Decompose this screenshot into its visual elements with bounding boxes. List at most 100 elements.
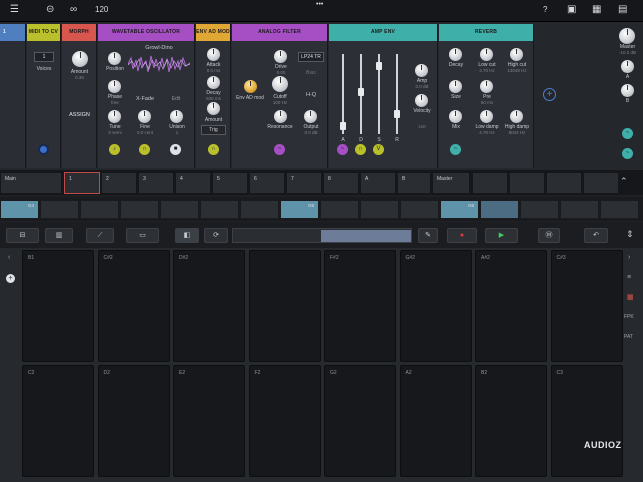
module-title[interactable]: AMP ENV <box>329 24 437 41</box>
timeline-overview[interactable] <box>232 228 412 243</box>
drum-pad[interactable]: G#2 <box>399 250 472 362</box>
high-cut-knob[interactable] <box>510 48 523 61</box>
voices-field[interactable]: 1 <box>34 52 54 62</box>
low-damp-knob[interactable] <box>480 110 493 123</box>
track-cell-empty[interactable] <box>583 172 619 194</box>
loop-icon[interactable]: ∞ <box>70 4 77 15</box>
list-icon[interactable]: ≡ <box>627 274 631 281</box>
sustain-fader[interactable] <box>376 62 382 70</box>
track-cell[interactable]: 3 <box>138 172 174 194</box>
waveform-display[interactable] <box>128 54 190 74</box>
track-cell[interactable]: B <box>397 172 431 194</box>
drum-pad[interactable]: C2 <box>22 365 94 477</box>
xfade-label[interactable]: X-Fade <box>132 96 158 102</box>
window-icon[interactable]: ▣ <box>567 4 576 15</box>
env-input-icon[interactable]: ~ <box>337 144 348 155</box>
tempo-display[interactable]: 120 <box>95 5 108 14</box>
pat-button[interactable]: PAT <box>624 334 633 340</box>
trig-input-icon[interactable]: ∩ <box>208 144 219 155</box>
track-cell[interactable]: A <box>360 172 396 194</box>
pitch-input-icon[interactable]: ♪ <box>109 144 120 155</box>
resonance-knob[interactable] <box>274 110 287 123</box>
morph-input-icon[interactable]: ∩ <box>139 144 150 155</box>
clip-slot[interactable] <box>120 200 159 219</box>
edit-icon[interactable]: ✎ <box>418 228 438 243</box>
module-title[interactable]: MORPH <box>62 24 96 41</box>
track-cell[interactable]: Master <box>432 172 470 194</box>
automation-icon[interactable]: ⟋ <box>86 228 114 243</box>
high-damp-knob[interactable] <box>510 110 523 123</box>
size-knob[interactable] <box>449 80 462 93</box>
track-cell[interactable]: 4 <box>175 172 211 194</box>
phase-knob[interactable] <box>108 80 121 93</box>
drum-pad[interactable]: F2 <box>248 365 321 477</box>
expand-vertical-icon[interactable]: ⇕ <box>626 229 634 240</box>
hamburger-menu-icon[interactable]: ☰ <box>10 4 19 15</box>
send-a-knob[interactable] <box>621 60 634 73</box>
track-cell[interactable]: 1 <box>64 172 100 194</box>
clip-slot[interactable] <box>200 200 239 219</box>
metronome-icon[interactable]: Ⓜ <box>538 228 560 243</box>
output-knob[interactable] <box>304 110 317 123</box>
clip-slot[interactable] <box>160 200 199 219</box>
master-knob[interactable] <box>619 28 635 44</box>
more-dots-icon[interactable]: ••• <box>316 1 323 8</box>
track-cell[interactable]: 2 <box>101 172 137 194</box>
reverb-input-icon[interactable]: ~ <box>450 144 461 155</box>
fpk-button[interactable]: FPK <box>624 314 634 320</box>
clip-slot[interactable]: G6 <box>440 200 479 219</box>
module-title[interactable]: REVERB <box>439 24 533 41</box>
drum-pad[interactable]: A#2 <box>475 250 547 362</box>
preset-name[interactable]: Growl-Dino <box>126 45 192 51</box>
clip-slot[interactable] <box>40 200 79 219</box>
bias-label[interactable]: Bias <box>298 70 324 76</box>
midi-port-icon[interactable] <box>38 144 49 155</box>
env-mod-knob[interactable] <box>244 80 257 93</box>
gate-input-icon[interactable]: ■ <box>170 144 181 155</box>
drum-pad[interactable]: B2 <box>475 365 547 477</box>
left-chevron-icon[interactable]: ‹ <box>8 254 10 261</box>
env-amount-knob[interactable] <box>207 102 220 115</box>
clip-slot[interactable] <box>240 200 279 219</box>
mixer-icon[interactable]: ▥ <box>45 228 73 243</box>
master-output-icon[interactable]: ~ <box>622 148 633 159</box>
cutoff-knob[interactable] <box>272 76 288 92</box>
decay-fader[interactable] <box>358 88 364 96</box>
attack-knob[interactable] <box>207 48 220 61</box>
unison-knob[interactable] <box>170 110 183 123</box>
master-input-icon[interactable]: ~ <box>622 128 633 139</box>
edit-button[interactable]: Edit <box>166 96 186 102</box>
keyboard-icon[interactable]: ▦ <box>592 4 601 15</box>
module-title[interactable]: MIDI TO CV <box>27 24 60 41</box>
clip-slot[interactable] <box>80 200 119 219</box>
velocity-input-icon[interactable]: V <box>373 144 384 155</box>
drum-pad[interactable]: A2 <box>399 365 472 477</box>
filter-input-icon[interactable]: ~ <box>274 144 285 155</box>
gate-input-icon[interactable]: ∩ <box>355 144 366 155</box>
timeline-selection[interactable] <box>321 230 411 242</box>
help-button[interactable]: ? <box>543 5 547 14</box>
hq-toggle[interactable]: H-Q <box>298 92 324 98</box>
screen-icon[interactable]: ▭ <box>126 228 159 243</box>
clip-slot[interactable] <box>480 200 519 219</box>
module-title[interactable]: ENV AD MOD <box>196 24 230 41</box>
add-pad-icon[interactable]: + <box>6 274 15 283</box>
piano-roll-button[interactable]: ⊟ <box>6 228 39 243</box>
mix-knob[interactable] <box>449 110 462 123</box>
track-cell[interactable]: 5 <box>212 172 248 194</box>
loop-region-icon[interactable]: ⟳ <box>204 228 228 243</box>
drum-pad[interactable]: F#2 <box>324 250 396 362</box>
clip-slot[interactable] <box>520 200 559 219</box>
channel-number[interactable]: 1 <box>0 24 25 41</box>
right-chevron-icon[interactable]: › <box>628 254 630 261</box>
release-fader[interactable] <box>394 110 400 118</box>
velocity-knob[interactable] <box>415 94 428 107</box>
clip-slot[interactable] <box>320 200 359 219</box>
track-cell-empty[interactable] <box>509 172 545 194</box>
position-knob[interactable] <box>108 52 121 65</box>
track-cell-empty[interactable] <box>472 172 508 194</box>
low-cut-knob[interactable] <box>480 48 493 61</box>
collapse-chevron-icon[interactable]: ⌃ <box>620 176 628 187</box>
tune-knob[interactable] <box>108 110 121 123</box>
clip-slot[interactable] <box>600 200 639 219</box>
